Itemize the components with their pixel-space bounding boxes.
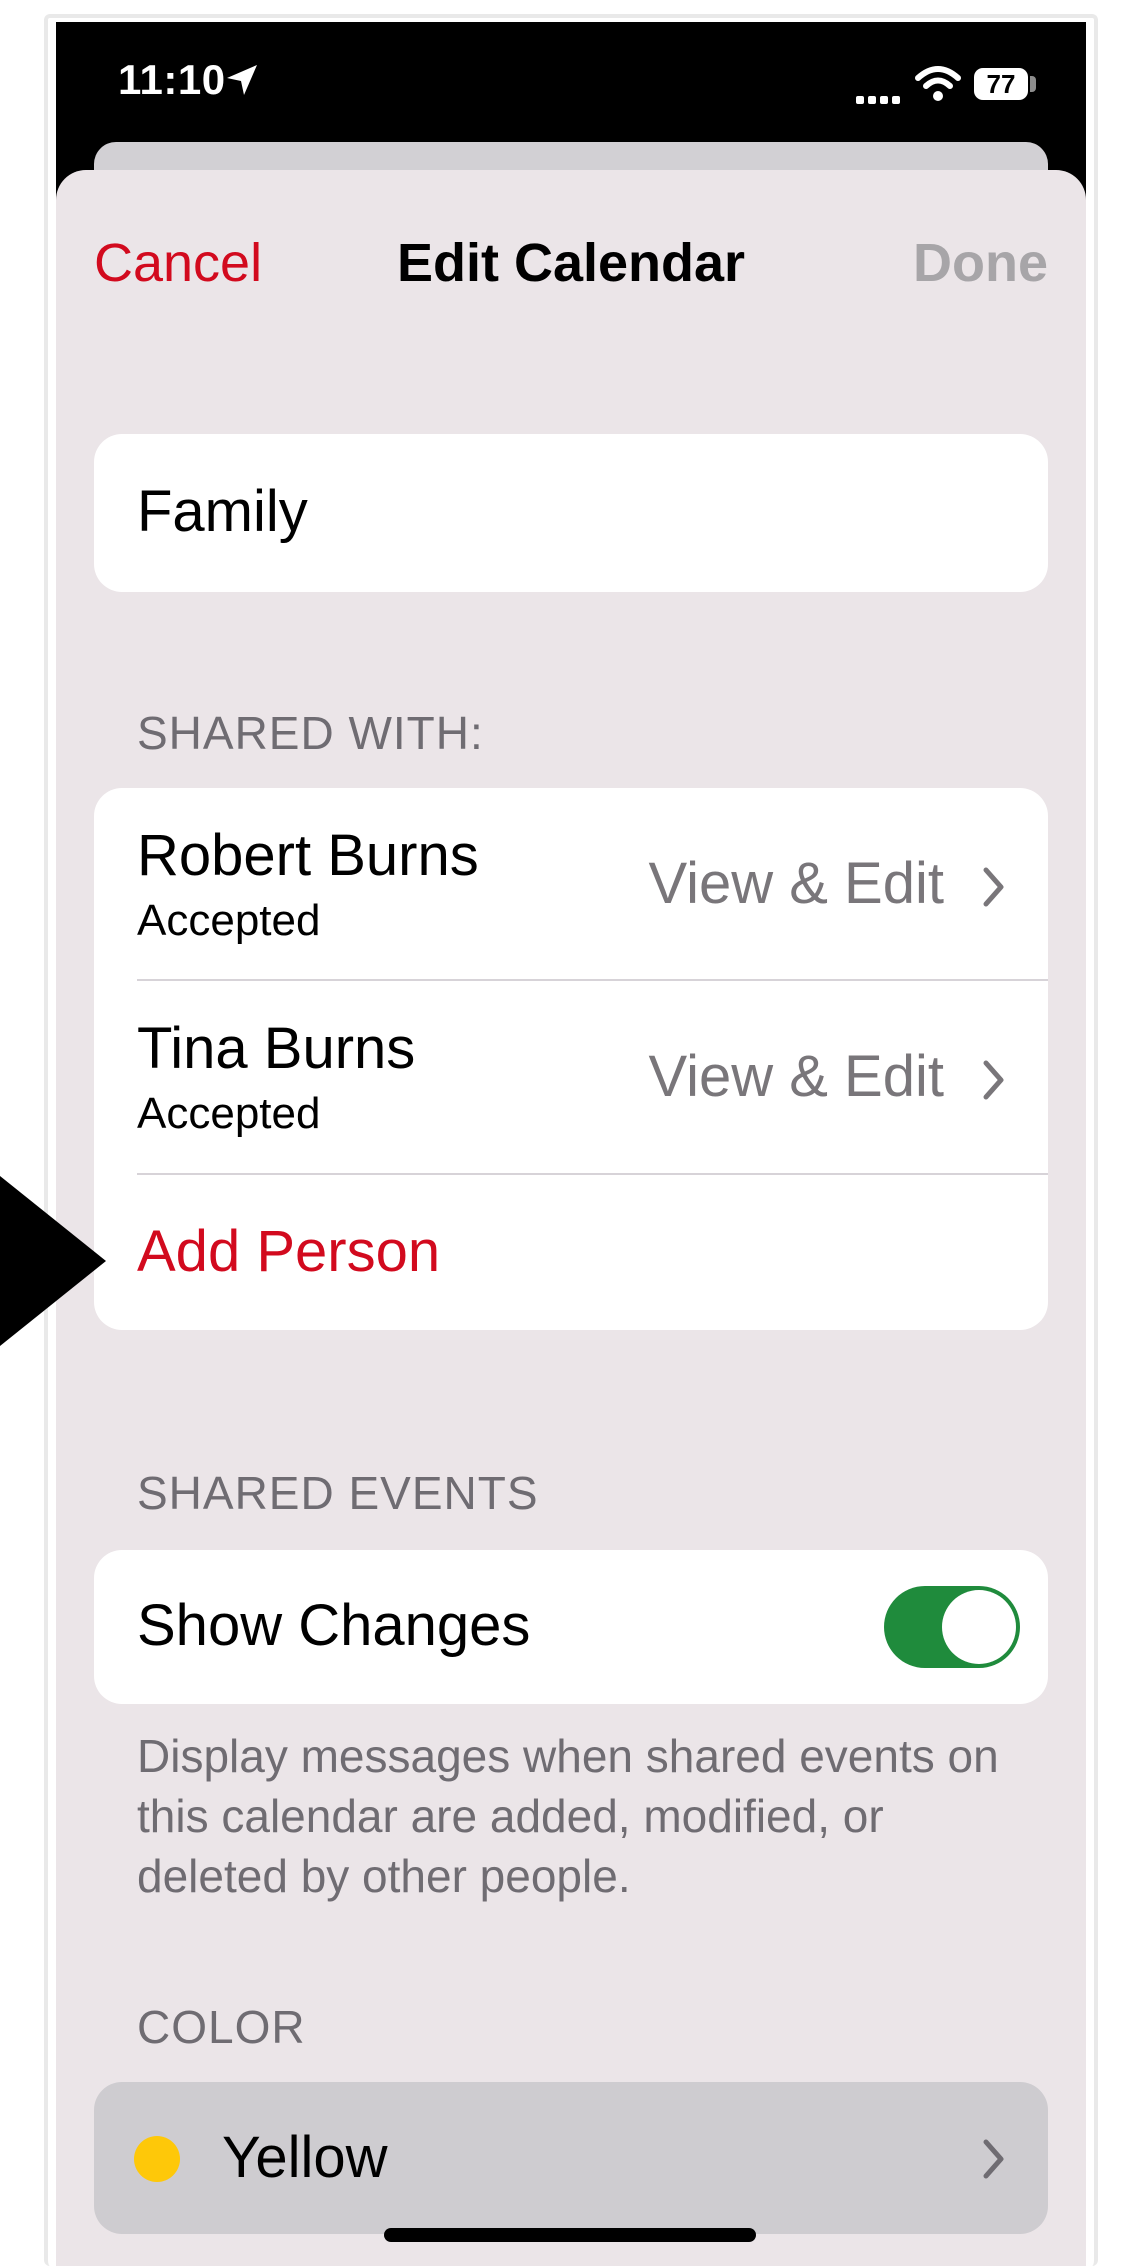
show-changes-toggle[interactable] xyxy=(884,1586,1020,1668)
chevron-right-icon xyxy=(983,867,1004,907)
wifi-icon xyxy=(915,66,961,101)
cellular-signal-icon xyxy=(856,96,900,104)
phone-screen: 11:10 77 Cancel Edit Calendar Done Famil… xyxy=(56,22,1086,2266)
color-label: Yellow xyxy=(222,2125,388,2190)
chevron-right-icon xyxy=(983,1060,1004,1100)
person-permission: View & Edit xyxy=(648,1044,944,1109)
show-changes-label: Show Changes xyxy=(137,1593,531,1658)
location-arrow-icon xyxy=(227,65,257,95)
row-separator xyxy=(137,1173,1048,1175)
person-name: Tina Burns xyxy=(137,1016,416,1081)
calendar-name-field[interactable]: Family xyxy=(137,478,308,545)
toggle-knob xyxy=(942,1590,1016,1664)
shared-events-header: SHARED EVENTS xyxy=(137,1467,539,1519)
battery-level: 77 xyxy=(986,69,1016,99)
status-time: 11:10 xyxy=(118,56,226,103)
person-row[interactable]: Tina Burns Accepted View & Edit xyxy=(94,981,1048,1173)
person-name: Robert Burns xyxy=(137,823,479,888)
person-permission: View & Edit xyxy=(648,851,944,916)
color-row[interactable]: Yellow xyxy=(94,2082,1048,2234)
battery-icon: 77 xyxy=(974,68,1028,100)
shared-events-group: Show Changes xyxy=(94,1550,1048,1704)
home-indicator xyxy=(384,2228,756,2242)
done-button[interactable]: Done xyxy=(913,232,1048,294)
status-bar: 11:10 77 xyxy=(56,22,1086,142)
shared-with-header: SHARED WITH: xyxy=(137,707,484,759)
person-status: Accepted xyxy=(137,896,321,945)
calendar-name-group: Family xyxy=(94,434,1048,592)
shared-with-group: Robert Burns Accepted View & Edit Tina B… xyxy=(94,788,1048,1330)
pointer-arrow-icon xyxy=(0,1176,106,1346)
edit-calendar-sheet: Cancel Edit Calendar Done Family SHARED … xyxy=(56,170,1086,2266)
yellow-color-dot-icon xyxy=(134,2136,180,2182)
person-row[interactable]: Robert Burns Accepted View & Edit xyxy=(94,788,1048,980)
person-status: Accepted xyxy=(137,1089,321,1138)
add-person-button[interactable]: Add Person xyxy=(137,1218,440,1285)
chevron-right-icon xyxy=(983,2139,1004,2179)
shared-events-footer: Display messages when shared events on t… xyxy=(137,1730,999,1902)
color-header: COLOR xyxy=(137,2001,306,2053)
battery-cap xyxy=(1030,76,1036,92)
